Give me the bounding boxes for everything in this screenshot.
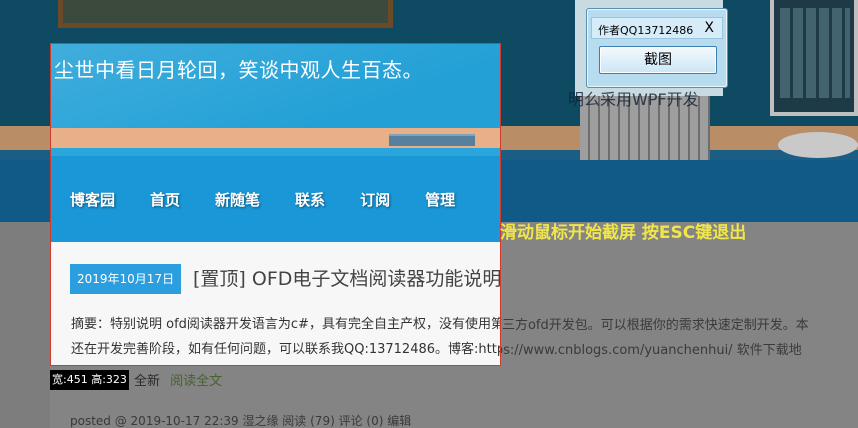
dialog-title: 作者QQ13712486	[598, 24, 694, 37]
site-title: 尘世中看日月轮回，笑谈中观人生百态。	[54, 58, 423, 82]
header-keyboard	[389, 134, 475, 146]
nav-item-cnblogs[interactable]: 博客园	[70, 189, 115, 210]
post-footer-links: 全新 阅读全文	[134, 370, 222, 389]
capture-dialog[interactable]: 作者QQ13712486 X 截图	[586, 8, 728, 88]
background-excerpt-line-2: 还在开发完善阶段，如有任何问题，可以联系我QQ:13712486。博客:http…	[500, 343, 802, 358]
background-monitor-screen	[780, 8, 850, 98]
nav-item-contact[interactable]: 联系	[295, 189, 325, 210]
dialog-titlebar[interactable]: 作者QQ13712486 X	[591, 17, 723, 39]
background-mouse	[778, 132, 858, 158]
nav-list: 博客园 首页 新随笔 联系 订阅 管理	[51, 156, 490, 242]
post-card: 2019年10月17日 [置顶] OFD电子文档阅读器功能说明（采用WPF开发，…	[51, 242, 500, 365]
post-excerpt-line-2: 还在开发完善阶段，如有任何问题，可以联系我QQ:13712486。博客:http…	[71, 342, 500, 357]
capture-hint: 滑动鼠标开始截屏 按ESC键退出	[500, 223, 747, 243]
newest-label: 全新	[134, 374, 161, 389]
post-meta: posted @ 2019-10-17 22:39 湿之缘 阅读 (79) 评论…	[70, 414, 412, 428]
post-date-badge: 2019年10月17日	[70, 264, 182, 294]
nav-bar: 博客园 首页 新随笔 联系 订阅 管理	[51, 156, 500, 242]
background-excerpt-line-1: 摘要：特别说明 ofd阅读器开发语言为c#，具有完全自主产权，没有使用第三方of…	[500, 318, 809, 333]
selection-size-readout: 宽:451 高:323	[50, 370, 129, 390]
background-ghost-title: 明么采用WPF开发	[568, 90, 699, 109]
header-desk-stripe	[51, 148, 500, 156]
post-excerpt-line-1: 摘要：特别说明 ofd阅读器开发语言为c#，具有完全自主产权，没有使用第三方of…	[71, 317, 500, 332]
background-chalkboard	[58, 0, 393, 28]
capture-selection-region[interactable]: 尘世中看日月轮回，笑谈中观人生百态。 博客园 首页 新随笔 联系 订阅 管理 2…	[50, 43, 501, 366]
nav-item-subscribe[interactable]: 订阅	[360, 189, 390, 210]
close-icon[interactable]: X	[704, 20, 714, 36]
read-more-link[interactable]: 阅读全文	[170, 374, 222, 389]
post-title-link[interactable]: [置顶] OFD电子文档阅读器功能说明（采用WPF开发，永久免费）	[193, 264, 500, 294]
background-excerpt-overflow: 摘要：特别说明 ofd阅读器开发语言为c#，具有完全自主产权，没有使用第三方of…	[500, 314, 858, 364]
nav-item-new-post[interactable]: 新随笔	[215, 189, 260, 210]
capture-button[interactable]: 截图	[599, 46, 717, 74]
nav-item-home[interactable]: 首页	[150, 189, 180, 210]
post-excerpt: 摘要：特别说明 ofd阅读器开发语言为c#，具有完全自主产权，没有使用第三方of…	[71, 314, 500, 361]
nav-item-manage[interactable]: 管理	[425, 189, 455, 210]
